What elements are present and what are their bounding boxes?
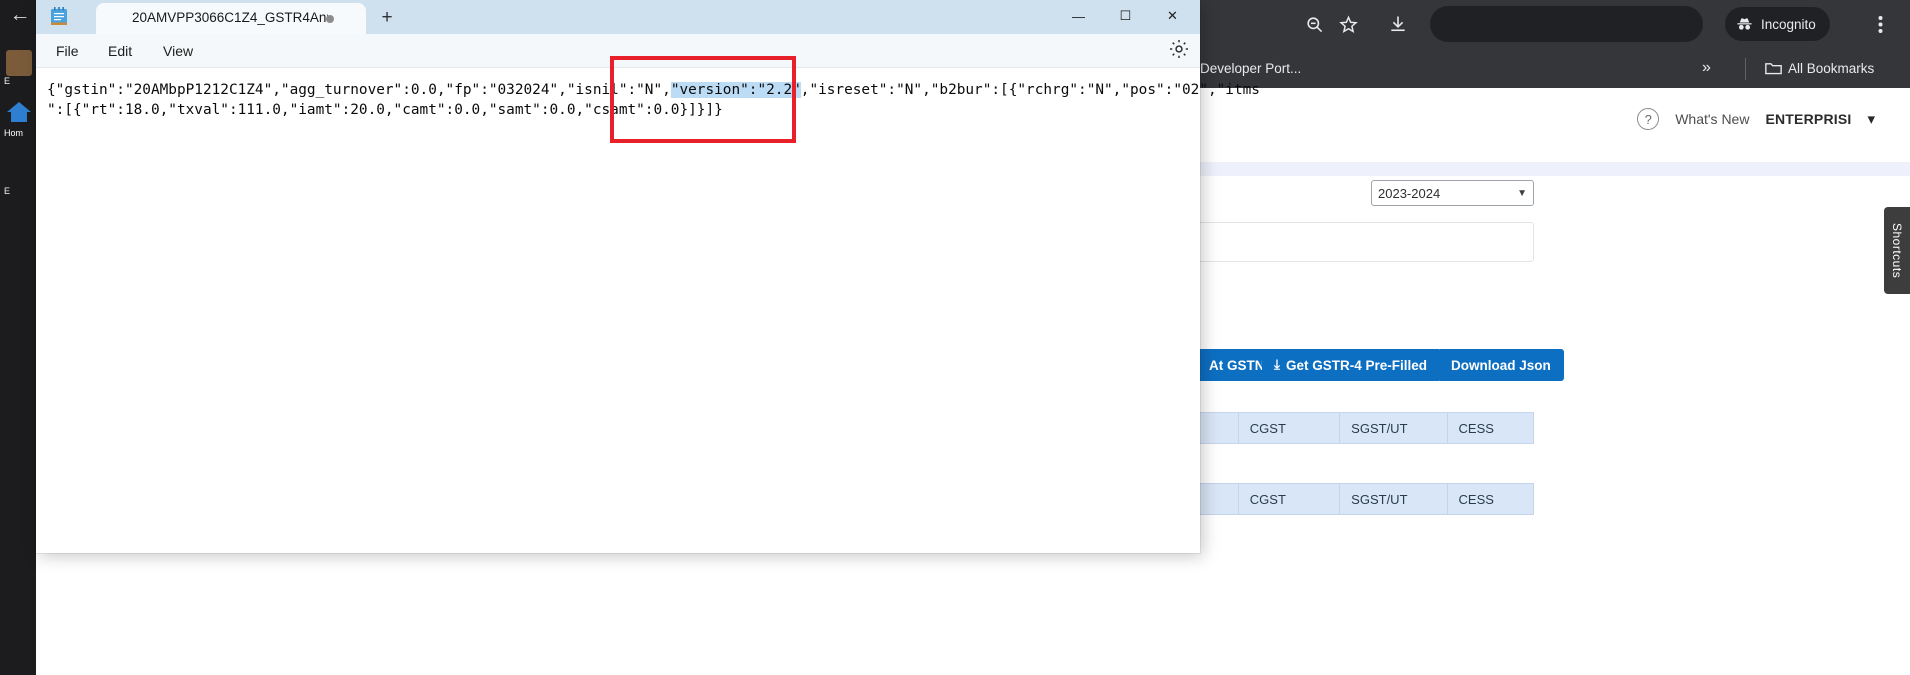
desktop-icon-2[interactable] [6, 160, 32, 186]
notepad-text-area[interactable]: {"gstin":"20AMbpP1212C1Z4","agg_turnover… [36, 68, 1260, 553]
desktop-icon-1[interactable] [6, 50, 32, 76]
zoom-out-icon[interactable] [1300, 10, 1328, 38]
at-gstn-label: At GSTN [1209, 357, 1265, 373]
download-icon[interactable] [1384, 10, 1412, 38]
download-json-button[interactable]: Download Json [1438, 349, 1564, 381]
close-button[interactable]: ✕ [1149, 0, 1196, 32]
account-name: ENTERPRISI [1765, 111, 1852, 127]
download-json-label: Download Json [1451, 357, 1551, 373]
menu-file[interactable]: File [46, 34, 89, 68]
notepad-icon [50, 7, 68, 27]
financial-year-value: 2023-2024 [1378, 185, 1441, 201]
json-line2: ":[{"rt":18.0,"txval":111.0,"iamt":20.0,… [47, 101, 723, 118]
table-header-cell [1197, 484, 1239, 514]
minimize-button[interactable]: — [1055, 0, 1102, 32]
desktop-icon-1-label: E [4, 76, 11, 86]
help-icon[interactable]: ? [1637, 108, 1660, 130]
new-tab-button[interactable]: + [374, 7, 400, 29]
portal-header-actions: ? What's New ENTERPRISI ▾ [1637, 108, 1875, 130]
download-icon: ⤓ [1274, 357, 1280, 372]
menu-view[interactable]: View [153, 34, 203, 68]
incognito-hat-icon [1737, 17, 1752, 30]
incognito-indicator[interactable]: Incognito [1725, 7, 1830, 41]
notepad-document-tab[interactable]: 20AMVPP3066C1Z4_GSTR4Annual ( [96, 3, 366, 34]
json-line1-before: {"gstin":"20AMbpP1212C1Z4","agg_turnover… [47, 82, 671, 98]
chevron-down-icon[interactable]: ▾ [1867, 110, 1875, 128]
whats-new-link[interactable]: What's New [1675, 111, 1749, 127]
table-header-cess: CESS [1458, 420, 1494, 436]
table-header-cgst: CGST [1239, 413, 1341, 443]
desktop-icon-2-label: E [4, 186, 11, 196]
incognito-label: Incognito [1761, 16, 1816, 32]
notepad-menu-bar [36, 34, 1200, 68]
table-header-sgst: SGST/UT [1340, 484, 1448, 514]
notepad-window: 20AMVPP3066C1Z4_GSTR4Annual ( + — ☐ ✕ Fi… [36, 0, 1260, 553]
all-bookmarks-label: All Bookmarks [1788, 60, 1875, 76]
table-header-sgst: SGST/UT [1340, 413, 1448, 443]
modified-indicator-icon [326, 15, 334, 23]
home-icon[interactable] [6, 100, 32, 126]
table-header-cgst: CGST [1239, 484, 1341, 514]
maximize-button[interactable]: ☐ [1102, 0, 1149, 32]
menu-edit[interactable]: Edit [98, 34, 142, 68]
kebab-menu-icon[interactable] [1866, 10, 1894, 38]
folder-icon [1765, 62, 1782, 74]
address-bar[interactable] [1430, 6, 1703, 42]
notepad-tab-title: 20AMVPP3066C1Z4_GSTR4Annual ( [132, 10, 328, 25]
financial-year-select[interactable]: 2023-2024 ▼ [1371, 180, 1534, 206]
bookmark-star-icon[interactable] [1334, 10, 1362, 38]
back-arrow-icon[interactable]: ← [6, 0, 34, 30]
bookmark-divider [1745, 58, 1746, 80]
table-header-row-2: CGST SGST/UT CESS [1196, 483, 1534, 515]
table-header-row-1: CGST SGST/UT CESS [1196, 412, 1534, 444]
shortcuts-label: Shortcuts [1890, 222, 1904, 279]
get-gstr4-prefilled-button[interactable]: ⤓ Get GSTR-4 Pre-Filled ▾ [1262, 349, 1467, 381]
json-selected-version: "version":"2.2" [670, 82, 801, 98]
get-prefilled-label: Get GSTR-4 Pre-Filled [1285, 357, 1427, 373]
all-bookmarks-button[interactable]: All Bookmarks [1765, 48, 1874, 88]
bookmark-label: Developer Port... [1200, 60, 1302, 76]
gear-icon[interactable] [1168, 38, 1192, 62]
home-label: Hom [4, 128, 24, 138]
table-header-cell [1197, 413, 1239, 443]
table-header-cess: CESS [1458, 491, 1494, 507]
json-line1-after: ,"isreset":"N","b2bur":[{"rchrg":"N","po… [800, 82, 1260, 98]
bookmarks-overflow-icon[interactable]: » [1702, 48, 1711, 88]
home-glyph [7, 102, 31, 122]
chevron-down-icon: ▼ [1517, 187, 1527, 199]
shortcuts-side-tab[interactable]: Shortcuts [1884, 207, 1910, 294]
desktop-left-strip: ← E Hom E [0, 0, 36, 675]
